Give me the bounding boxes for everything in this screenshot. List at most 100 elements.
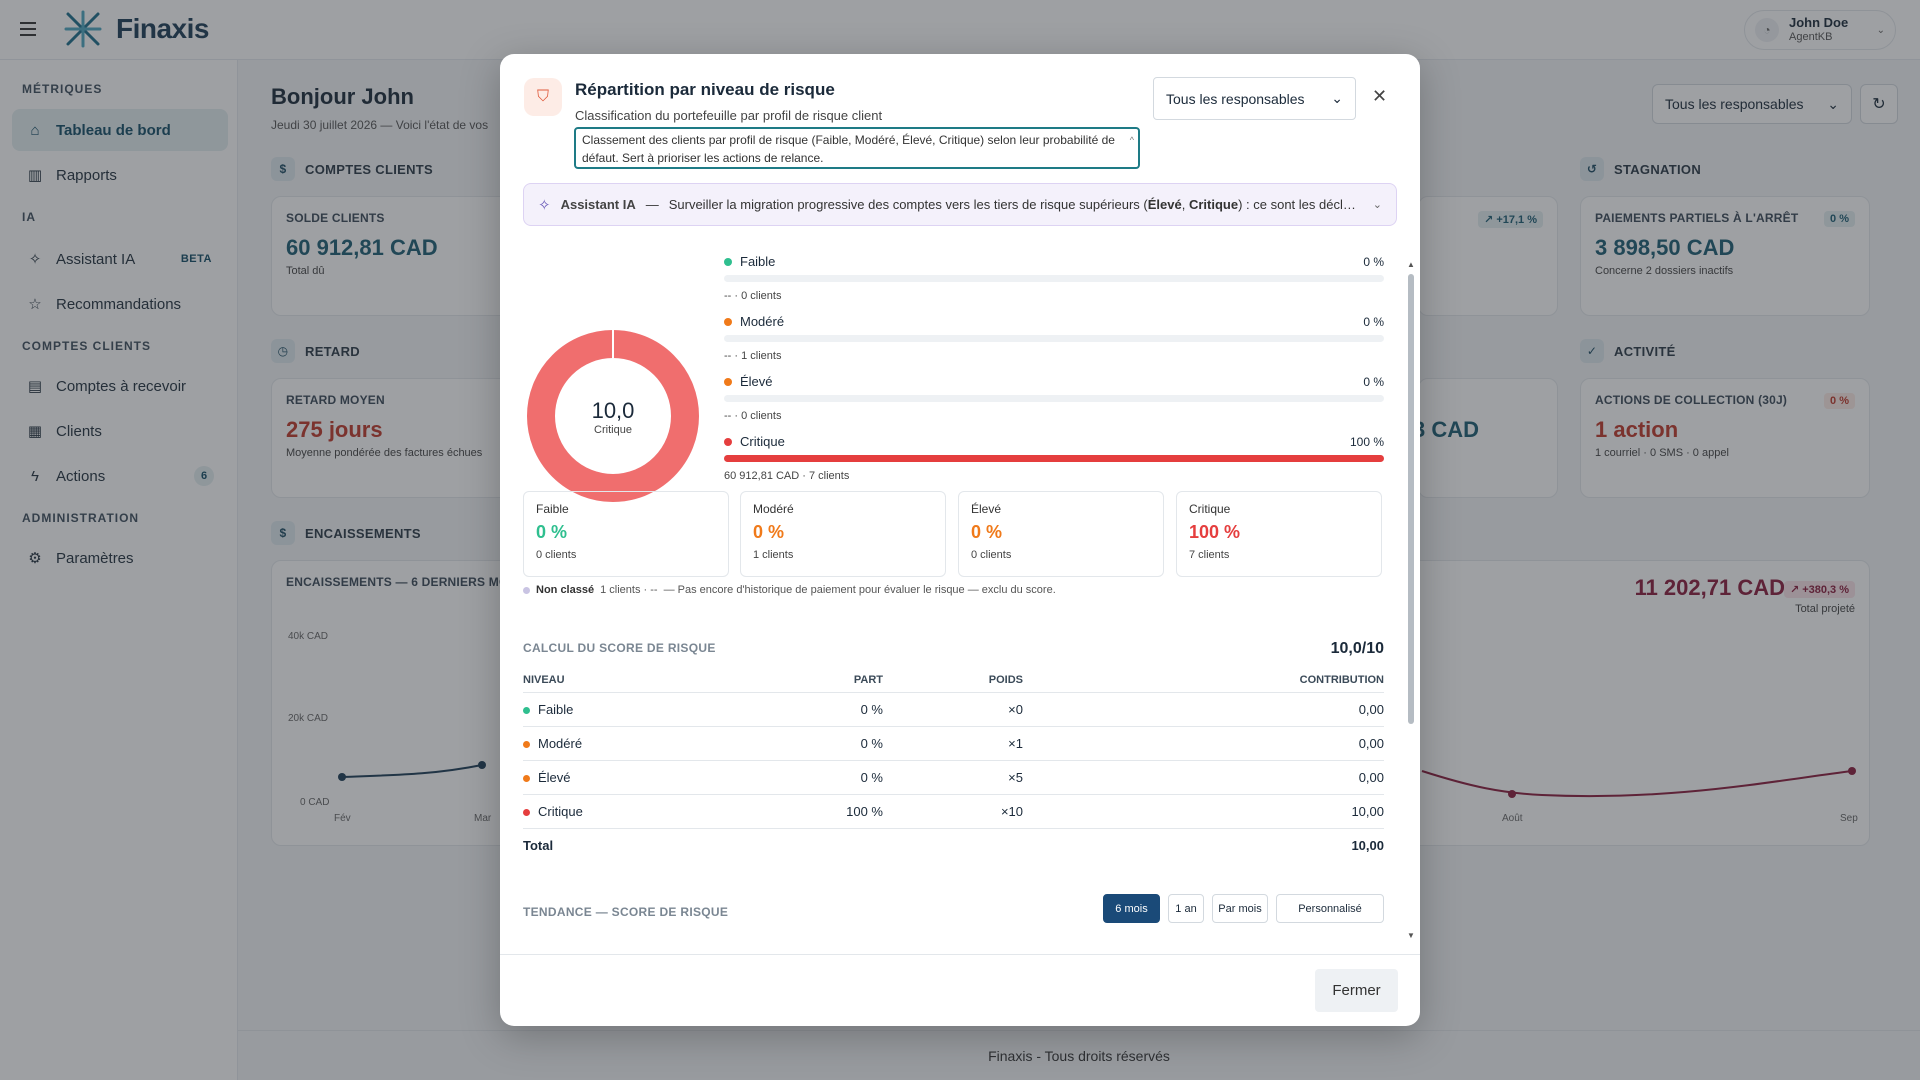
risk-row-modere[interactable]: Modéré 0 % -- · 1 clients [724,314,1384,362]
ia-insight-banner[interactable]: ✧ Assistant IA — Surveiller la migration… [523,183,1397,226]
chevron-down-icon: ⌄ [1331,90,1343,106]
status-dot [724,257,732,266]
ia-msg-part: ) : ce sont les déclasse... [1238,197,1359,212]
modal-scrollbar[interactable]: ▲ ▼ [1407,260,1415,940]
close-icon[interactable]: ✕ [1372,86,1387,107]
column-header: PART [823,668,883,693]
status-dot [724,377,732,386]
sparkle-icon: ✧ [538,196,551,214]
status-dot [523,586,530,594]
modal-body: 10,0 Critique Faible 0 % -- · 0 clients M… [500,244,1405,1008]
cell-contribution: 0,00 [1023,692,1384,727]
table-row: Faible 0 % ×0 0,00 [523,692,1384,727]
table-row: Critique 100 % ×10 10,00 [523,794,1384,829]
ia-title: Assistant IA [560,197,636,212]
status-dot [523,741,530,749]
total-label: Total [523,838,554,854]
cell-part: 0 % [823,760,883,795]
cell-poids: ×1 [883,726,1023,761]
modal-subtitle: Classification du portefeuille par profi… [575,108,883,123]
modal-footer: Fermer [500,954,1420,1026]
status-dot [724,437,732,446]
shield-icon: ⛉ [524,78,562,116]
cell-contribution: 10,00 [1023,794,1384,829]
total-row: Total 10,00 [523,829,1384,863]
status-dot [724,317,732,326]
total-value: 10,00 [1351,838,1384,854]
description-text: Classement des clients par profil de ris… [582,133,1115,165]
level-pct: 100 % [1349,434,1384,449]
status-dot [523,707,530,715]
level-bar [724,275,1384,282]
card-clients: 0 clients [536,549,577,561]
cell-poids: ×0 [883,692,1023,727]
level-pct: 0 % [1363,254,1384,269]
scrollbar-thumb[interactable] [1408,274,1414,724]
trend-title: TENDANCE — SCORE DE RISQUE [523,905,729,919]
close-button[interactable]: Fermer [1315,969,1398,1012]
level-name: Modéré [740,314,785,329]
level-pct: 0 % [1363,314,1384,329]
level-bar [724,335,1384,342]
ia-msg-bold: Élevé [1147,197,1182,212]
scroll-down-icon[interactable]: ▼ [1407,931,1415,940]
table-row: Modéré 0 % ×1 0,00 [523,726,1384,761]
level-card-critique[interactable]: Critique 100 % 7 clients [1176,491,1382,577]
modal-description[interactable]: Classement des clients par profil de ris… [574,127,1140,169]
period-personnalise[interactable]: Personnalisé [1276,894,1384,923]
card-clients: 1 clients [753,549,794,561]
donut-value: 10,0 [591,398,635,423]
table-header-row: NIVEAU PART POIDS CONTRIBUTION [523,668,1384,693]
calc-title: CALCUL DU SCORE DE RISQUE [523,641,716,655]
level-card-modere[interactable]: Modéré 0 % 1 clients [740,491,946,577]
modal-responsables-select[interactable]: Tous les responsables ⌄ [1153,77,1356,120]
table-row: Élevé 0 % ×5 0,00 [523,760,1384,795]
risk-row-eleve[interactable]: Élevé 0 % -- · 0 clients [724,374,1384,422]
non-classe-label: Non classé [536,584,595,596]
ia-msg-part: , [1181,197,1189,212]
cell-niveau: Modéré [538,736,583,751]
risk-modal: ⛉ Répartition par niveau de risque Class… [500,54,1420,1026]
risk-score-table: NIVEAU PART POIDS CONTRIBUTION Faible 0 %… [523,668,1384,863]
column-header: POIDS [883,668,1023,693]
ia-message: Surveiller la migration progressive des … [669,197,1359,212]
level-name: Critique [740,434,785,449]
status-dot [523,809,530,817]
risk-row-critique[interactable]: Critique 100 % 60 912,81 CAD · 7 clients [724,434,1384,482]
card-clients: 7 clients [1189,549,1230,561]
period-par-mois[interactable]: Par mois [1212,894,1268,923]
cell-part: 100 % [823,794,883,829]
level-card-faible[interactable]: Faible 0 % 0 clients [523,491,729,577]
level-sub: 60 912,81 CAD · 7 clients [724,470,850,482]
card-pct: 100 % [1189,522,1241,542]
column-header: NIVEAU [523,668,823,693]
cell-poids: ×5 [883,760,1023,795]
non-classe-note: Non classé 1 clients · -- — Pas encore d'h… [523,584,1056,596]
level-sub: -- · 1 clients [724,350,782,362]
cell-part: 0 % [823,692,883,727]
card-clients: 0 clients [971,549,1012,561]
level-sub: -- · 0 clients [724,290,782,302]
status-dot [523,775,530,783]
cell-part: 0 % [823,726,883,761]
column-header: CONTRIBUTION [1023,668,1384,693]
card-name: Critique [1189,502,1231,516]
cell-poids: ×10 [883,794,1023,829]
period-6-mois[interactable]: 6 mois [1103,894,1160,923]
card-name: Faible [536,502,569,516]
modal-title: Répartition par niveau de risque [575,80,835,99]
cell-niveau: Critique [538,804,583,819]
period-1-an[interactable]: 1 an [1168,894,1204,923]
level-pct: 0 % [1363,374,1384,389]
card-name: Élevé [971,502,1002,516]
select-value: Tous les responsables [1166,90,1305,107]
scroll-up-icon[interactable]: ▲ [1407,260,1415,269]
risk-row-faible[interactable]: Faible 0 % -- · 0 clients [724,254,1384,302]
card-pct: 0 % [753,522,785,542]
level-bar [724,395,1384,402]
card-pct: 0 % [536,522,568,542]
level-card-eleve[interactable]: Élevé 0 % 0 clients [958,491,1164,577]
level-bar-fill [724,455,1384,462]
chevron-up-icon: ^ [1129,135,1134,145]
card-name: Modéré [753,502,794,516]
